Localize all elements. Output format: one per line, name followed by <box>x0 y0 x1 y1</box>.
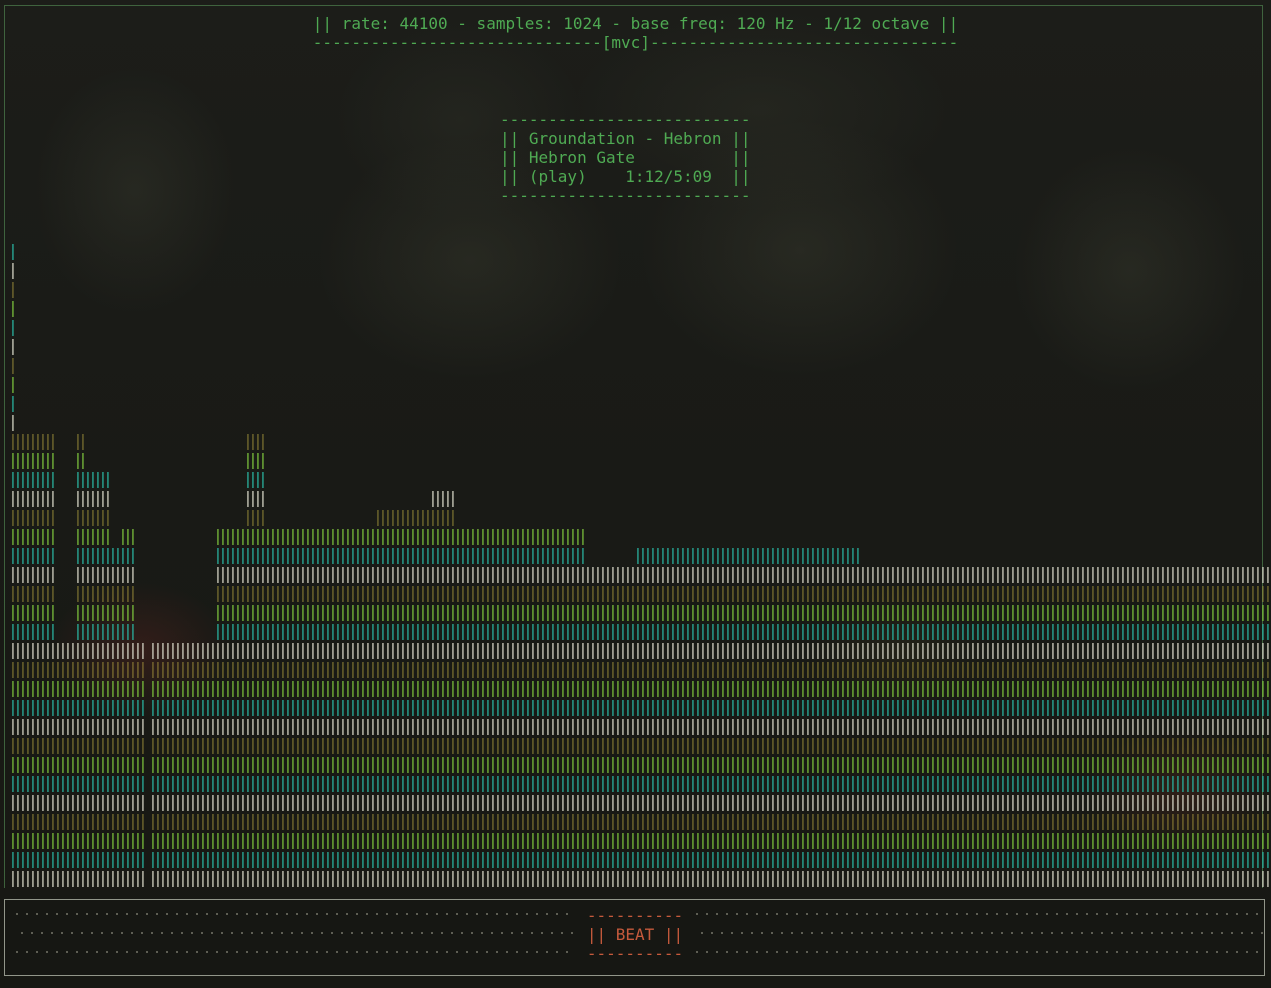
spectrum-bar-segment: | <box>48 583 58 602</box>
spectrum-bar-segment: | <box>8 374 18 393</box>
spectrum-bar-segment: | <box>128 564 138 583</box>
spectrum-bar-segment: | <box>258 431 268 450</box>
spectrum-bar-segment: | <box>8 317 18 336</box>
spectrum-bar-segment: | <box>48 431 58 450</box>
spectrum-bar-segment: | <box>8 279 18 298</box>
spectrum-bar-segment: | <box>8 393 18 412</box>
spectrum-bar-segment: | <box>138 773 148 792</box>
spectrum-bar-segment: | <box>138 716 148 735</box>
spectrum-bar-segment: | <box>8 241 18 260</box>
spectrum-bar-segment: | <box>128 602 138 621</box>
spectrum-bar-segment: | <box>853 545 863 564</box>
spectrum-bar-segment: | <box>138 678 148 697</box>
spectrum-bar-segment: | <box>138 792 148 811</box>
spectrum-bar-segment: | <box>138 659 148 678</box>
spectrum-bar-segment: | <box>48 621 58 640</box>
spectrum-bar-segment: | <box>8 298 18 317</box>
spectrum-bar-segment: | <box>48 564 58 583</box>
spectrum-bar-segment: | <box>128 545 138 564</box>
spectrum-bar-segment: | <box>578 526 588 545</box>
spectrum-bar-segment: | <box>8 260 18 279</box>
spectrum-bar-segment: | <box>103 488 113 507</box>
spectrum-bar-segment: | <box>103 469 113 488</box>
spectrum-bar-segment: | <box>103 526 113 545</box>
spectrum-bar-segment: | <box>8 412 18 431</box>
spectrum-visualizer: ||||||||||||||||||||||||||||||||||||||||… <box>8 241 1271 887</box>
spectrum-bar-segment: | <box>8 355 18 374</box>
spectrum-bar-segment: | <box>138 830 148 849</box>
spectrum-bar-segment: | <box>138 849 148 868</box>
spectrum-bar-segment: | <box>128 583 138 602</box>
spectrum-bar-segment: | <box>128 526 138 545</box>
spectrum-bar-segment: | <box>258 507 268 526</box>
spectrum-bar-segment: | <box>448 507 458 526</box>
spectrum-bar-segment: | <box>8 336 18 355</box>
spectrum-bar-segment: | <box>138 868 148 887</box>
spectrum-bar-segment: | <box>128 621 138 640</box>
spectrum-bar-segment: | <box>258 469 268 488</box>
spectrum-bar-segment: | <box>578 545 588 564</box>
spectrum-bar-segment: | <box>48 545 58 564</box>
spectrum-bar-segment: | <box>48 450 58 469</box>
spectrum-bar-segment: | <box>138 697 148 716</box>
spectrum-bar-segment: | <box>258 450 268 469</box>
spectrum-bar-segment: | <box>258 488 268 507</box>
spectrum-bar-segment: | <box>138 735 148 754</box>
spectrum-bar-segment: | <box>48 602 58 621</box>
spectrum-bar-segment: | <box>103 507 113 526</box>
spectrum-bar-segment: | <box>448 488 458 507</box>
spectrum-bar-segment: | <box>48 488 58 507</box>
spectrum-bar-segment: | <box>138 811 148 830</box>
spectrum-bar-segment: | <box>48 526 58 545</box>
spectrum-bar: ||||||||||||| <box>138 640 148 887</box>
spectrum-bar-segment: | <box>138 754 148 773</box>
spectrum-bar-segment: | <box>48 507 58 526</box>
spectrum-bar-segment: | <box>48 469 58 488</box>
spectrum-bar-segment: | <box>138 640 148 659</box>
spectrum-bar-segment: | <box>78 431 88 450</box>
spectrum-bar-segment: | <box>78 450 88 469</box>
